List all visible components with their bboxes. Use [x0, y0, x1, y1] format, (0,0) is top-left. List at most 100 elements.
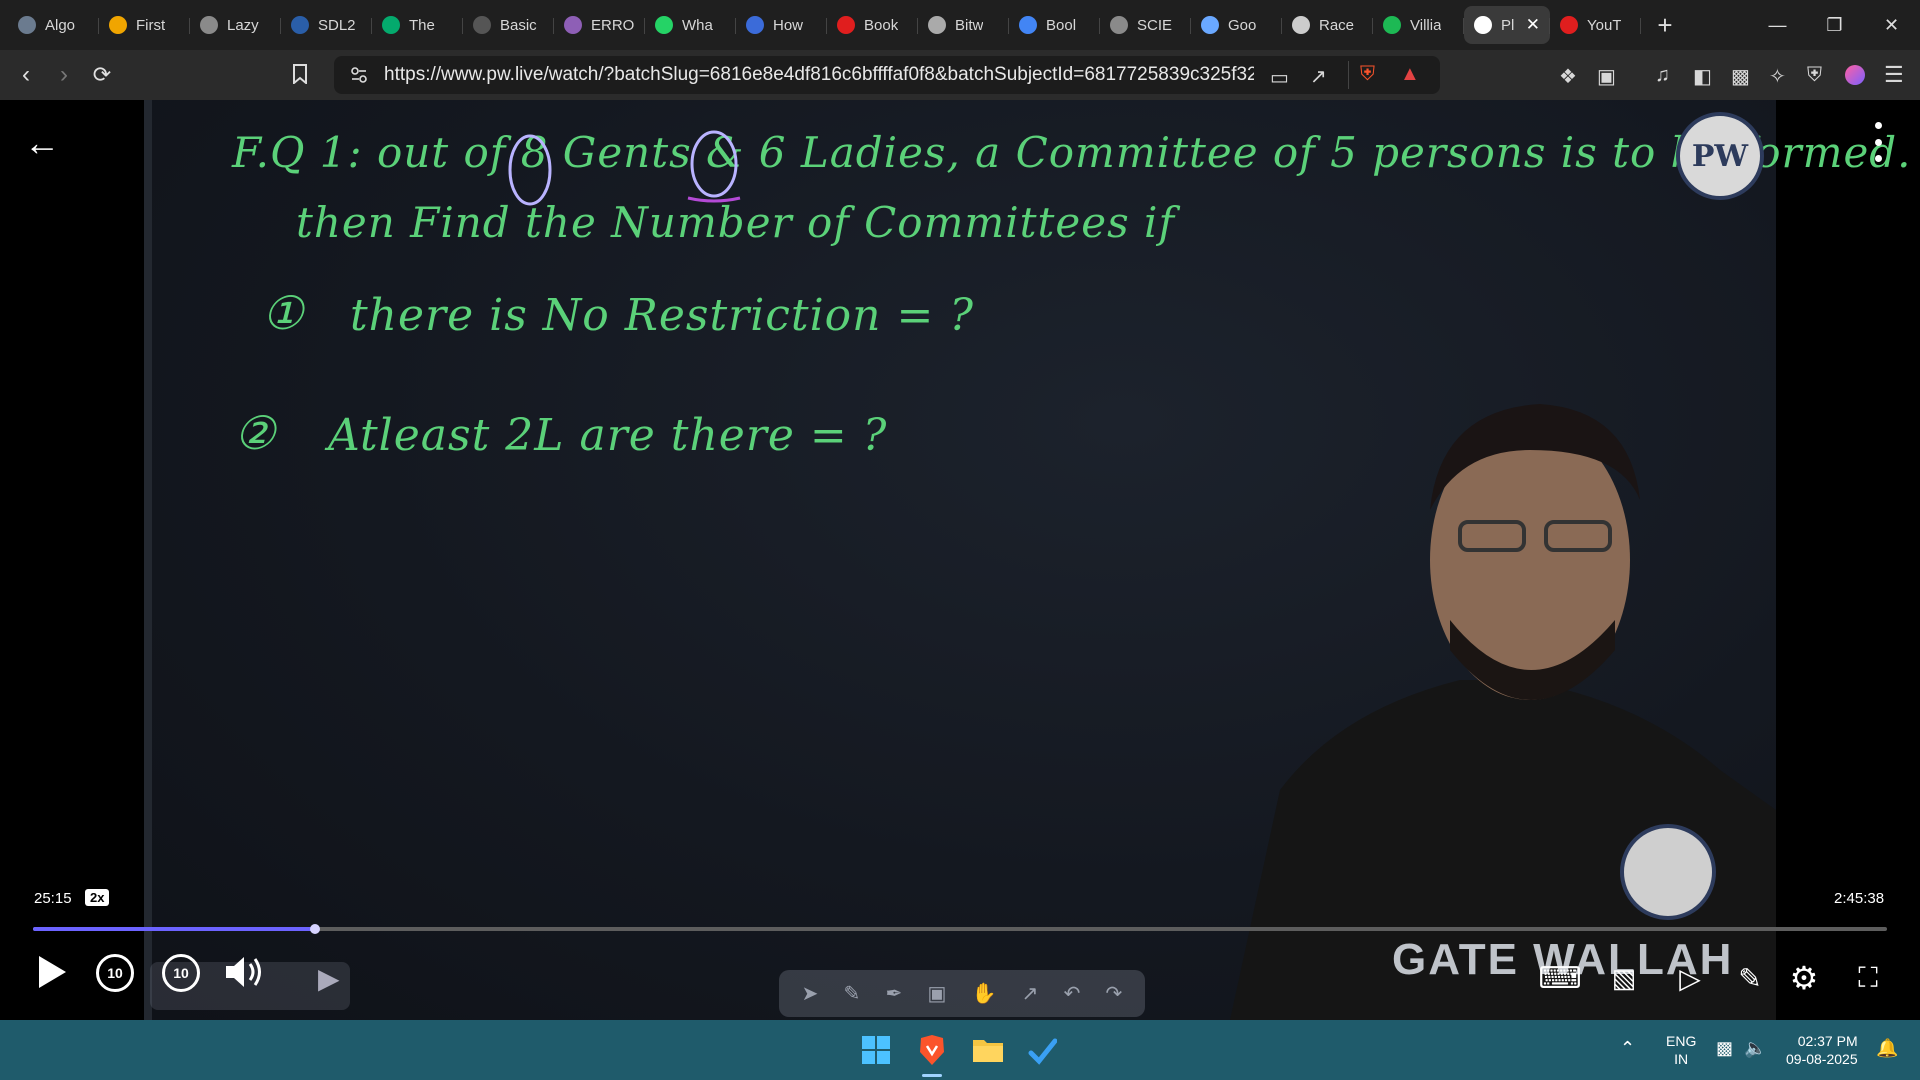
network-icon[interactable]: ▩: [1716, 1038, 1733, 1059]
speaker-icon[interactable]: 🔈: [1744, 1038, 1766, 1059]
back-button[interactable]: ‹: [8, 57, 44, 93]
gemini-icon: [1201, 16, 1219, 34]
whatsapp-icon: [655, 16, 673, 34]
pointer-tool-icon[interactable]: ➤: [802, 981, 819, 1006]
browser-tab[interactable]: Lazy: [190, 6, 281, 44]
profile-avatar[interactable]: [1845, 65, 1865, 85]
tab-label: Wha: [682, 16, 713, 34]
wallet-icon[interactable]: ▩: [1731, 64, 1750, 89]
reload-button[interactable]: ⟳: [84, 57, 120, 93]
back-arrow-icon[interactable]: ←: [24, 122, 60, 164]
close-tab-icon[interactable]: ✕: [1526, 15, 1540, 35]
chat-icon[interactable]: ⌨: [1538, 958, 1581, 998]
browser-tab[interactable]: The: [372, 6, 463, 44]
browser-tab[interactable]: SDL2: [281, 6, 372, 44]
tab-list: Algo First Lazy SDL2 The Basic ERRO Wha How Book B…: [0, 0, 1641, 50]
forward-10-button[interactable]: 10: [162, 954, 200, 992]
rewind-10-button[interactable]: 10: [96, 954, 134, 992]
browser-tab[interactable]: Basic: [463, 6, 554, 44]
windows-taskbar: ⌃ ENG IN ▩ 🔈 02:37 PM 09-08-2025 🔔: [0, 1020, 1920, 1080]
brave-rewards-icon[interactable]: ▲: [1400, 63, 1420, 86]
browser-tab[interactable]: ERRO: [554, 6, 645, 44]
restore-button[interactable]: ❐: [1806, 0, 1863, 50]
url-text[interactable]: https://www.pw.live/watch/?batchSlug=681…: [384, 64, 1254, 86]
vscode-icon[interactable]: [1022, 1030, 1062, 1070]
minimize-button[interactable]: —: [1749, 0, 1806, 50]
tab-label: First: [136, 16, 166, 34]
undo-icon[interactable]: ↶: [1064, 981, 1081, 1006]
browser-tab[interactable]: Villia: [1373, 6, 1464, 44]
tab-label: ERRO: [591, 16, 635, 34]
sdl-icon: [291, 16, 309, 34]
tab-label: Villia: [1410, 16, 1442, 34]
hand-tool-icon[interactable]: ✋: [972, 981, 997, 1006]
reader-mode-icon[interactable]: ▣: [1597, 64, 1616, 89]
start-button[interactable]: [856, 1030, 896, 1070]
eraser-tool-icon[interactable]: ▣: [927, 981, 946, 1006]
extensions-icon[interactable]: ❖: [1559, 64, 1577, 89]
redo-icon[interactable]: ↷: [1106, 981, 1123, 1006]
notifications-icon[interactable]: 🔔: [1876, 1038, 1898, 1059]
browser-tab[interactable]: YouT: [1550, 6, 1641, 44]
brave-browser-icon[interactable]: [912, 1030, 952, 1070]
play-icon[interactable]: [34, 952, 70, 992]
item-1-number: ①: [262, 286, 305, 340]
globe-icon: [18, 16, 36, 34]
show-hidden-icons[interactable]: ⌃: [1620, 1038, 1635, 1059]
browser-tab[interactable]: Bool: [1009, 6, 1100, 44]
address-bar[interactable]: https://www.pw.live/watch/?batchSlug=681…: [334, 56, 1440, 94]
pen-tool-icon[interactable]: ✒: [886, 981, 903, 1006]
volume-icon[interactable]: [222, 952, 266, 992]
highlighter-tool-icon[interactable]: ✎: [844, 981, 861, 1006]
more-options-icon[interactable]: [1868, 122, 1888, 162]
system-clock[interactable]: 02:37 PM 09-08-2025: [1786, 1032, 1858, 1068]
file-explorer-icon[interactable]: [968, 1030, 1008, 1070]
site-settings-icon[interactable]: [350, 66, 368, 84]
browser-tab[interactable]: How: [736, 6, 827, 44]
playlist-icon[interactable]: ▷: [1670, 958, 1710, 998]
playback-speed-badge[interactable]: 2x: [85, 889, 110, 906]
progress-bar[interactable]: [33, 924, 1887, 934]
openai-icon: [1292, 16, 1310, 34]
progress-knob[interactable]: [309, 924, 320, 934]
sidebar-icon[interactable]: ◧: [1693, 64, 1712, 89]
browser-tab[interactable]: Bitw: [918, 6, 1009, 44]
browser-tab[interactable]: Book: [827, 6, 918, 44]
total-duration: 2:45:38: [1834, 890, 1885, 907]
browser-tab[interactable]: SCIE: [1100, 6, 1191, 44]
bookmark-icon[interactable]: [292, 64, 308, 84]
browser-tab[interactable]: First: [99, 6, 190, 44]
tab-label: How: [773, 16, 804, 34]
brave-shields-icon[interactable]: ⛨: [1360, 63, 1375, 86]
translate-icon[interactable]: ▧: [1604, 958, 1644, 998]
browser-tab[interactable]: Pl ✕: [1464, 6, 1550, 44]
menu-icon[interactable]: ☰: [1884, 62, 1904, 88]
browser-tab[interactable]: Goo: [1191, 6, 1282, 44]
settings-gear-icon[interactable]: ⚙: [1784, 958, 1824, 998]
tab-label: Bool: [1046, 16, 1077, 34]
browser-tab[interactable]: Race: [1282, 6, 1373, 44]
leo-ai-icon[interactable]: ✧: [1769, 64, 1786, 89]
notes-icon[interactable]: ✎: [1730, 958, 1770, 998]
vpn-icon[interactable]: ⛨: [1807, 64, 1822, 87]
cast-icon[interactable]: ▭: [1270, 65, 1289, 90]
sorting-icon: [109, 16, 127, 34]
arrow-tool-icon[interactable]: ↗: [1022, 981, 1039, 1006]
media-icon[interactable]: ♫: [1655, 64, 1670, 87]
video-player[interactable]: F.Q 1: out of 8 Gents & 6 Ladies, a Comm…: [0, 100, 1920, 1020]
language-code: ENG: [1666, 1033, 1697, 1049]
item-2-number: ②: [234, 406, 277, 460]
item-1-text: there is No Restriction = ?: [350, 290, 974, 341]
browser-tab[interactable]: Algo: [8, 6, 99, 44]
fullscreen-icon[interactable]: ⛶: [1848, 958, 1888, 998]
forward-button[interactable]: ›: [46, 57, 82, 93]
item-2-text: Atleast 2L are there = ?: [328, 410, 888, 461]
language-indicator[interactable]: ENG IN: [1666, 1032, 1696, 1068]
browser-tab[interactable]: Wha: [645, 6, 736, 44]
share-icon[interactable]: ↗: [1310, 64, 1327, 89]
tab-label: Book: [864, 16, 899, 34]
new-tab-button[interactable]: +: [1645, 6, 1685, 44]
tab-label: Bitw: [955, 16, 984, 34]
next-icon[interactable]: ▶: [318, 962, 340, 995]
close-window-button[interactable]: ✕: [1863, 0, 1920, 50]
